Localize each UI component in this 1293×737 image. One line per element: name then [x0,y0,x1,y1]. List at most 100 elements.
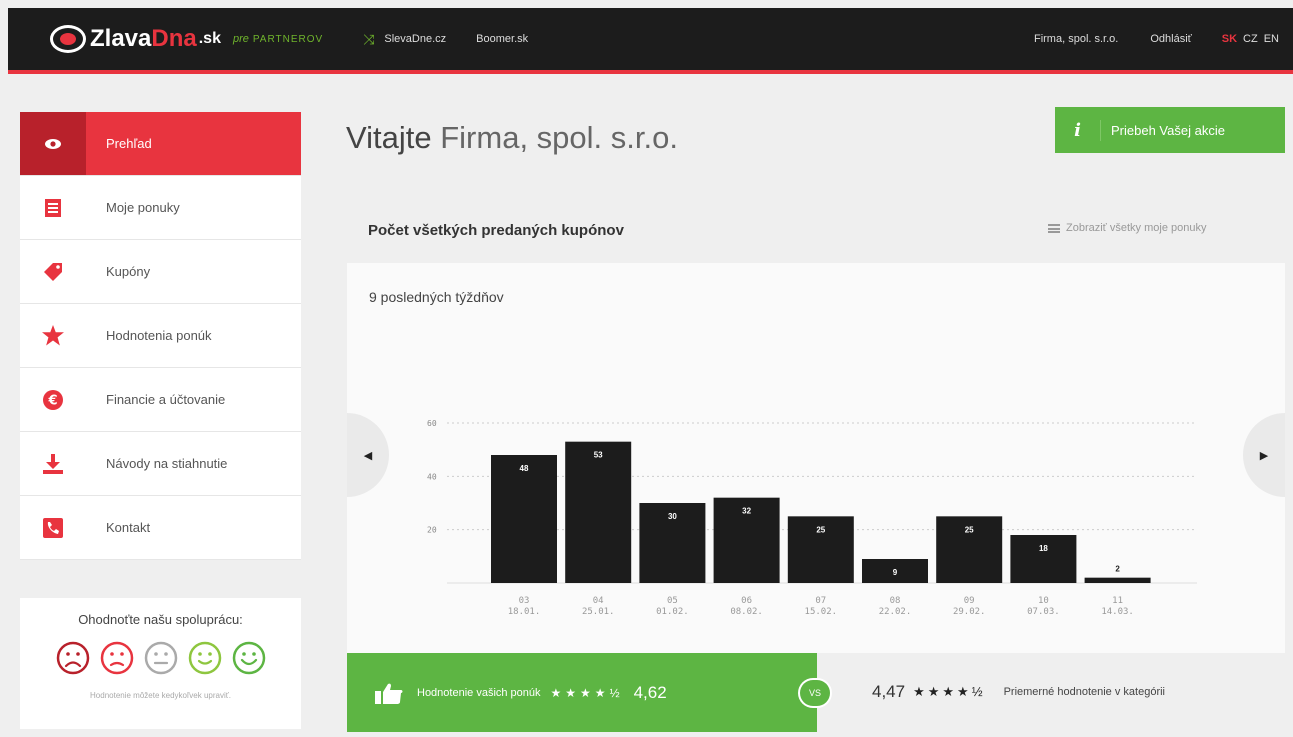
thumbs-up-icon [375,683,403,704]
caret-right-icon: ▶ [1259,449,1269,462]
rating-note: Hodnotenie môžete kedykoľvek upraviť. [90,691,231,700]
logo-text-main: Zlava [90,25,152,52]
vs-badge: VS [800,680,830,706]
x-tick-date: 15.02. [805,607,838,617]
cooperation-rating-box: Ohodnoťte našu spoluprácu: Hodnotenie mô… [20,598,301,729]
category-rating: 4,47 ★★★★½ Priemerné hodnotenie v kategó… [872,682,1165,702]
link-boomer[interactable]: Boomer.sk [476,33,528,45]
bar-value-label: 2 [1115,565,1120,574]
sidebar-item-financie[interactable]: € Financie a účtovanie [20,368,301,432]
x-tick-week: 06 [741,596,752,606]
logo[interactable]: Zlava Dna .sk pre PARTNEROV [50,25,323,53]
welcome-word: Vitajte [346,120,432,155]
bar-value-label: 53 [594,451,603,460]
chart-bar [1010,535,1077,583]
sidebar-item-label: Hodnotenia ponúk [106,328,212,343]
show-all-offers-link[interactable]: Zobraziť všetky moje ponuky [1048,222,1206,234]
y-tick-label: 20 [427,526,437,535]
page-title: Vitajte Firma, spol. s.r.o. [346,120,678,156]
sidebar-item-label: Kupóny [106,264,151,279]
x-tick-week: 09 [964,596,975,606]
section-title: Počet všetkých predaných kupónov [368,222,624,239]
shuffle-icon: ⤨ [363,30,375,47]
top-navbar: Zlava Dna .sk pre PARTNEROV ⤨ SlevaDne.c… [8,8,1293,74]
bar-value-label: 25 [965,525,974,534]
x-tick-date: 25.01. [582,607,615,617]
tag-icon [20,240,86,303]
sidebar-item-kontakt[interactable]: Kontakt [20,496,301,560]
very-sad-face-icon[interactable] [56,641,90,675]
logout-link[interactable]: Odhlásiť [1150,33,1191,45]
campaign-progress-button[interactable]: i Priebeh Vašej akcie [1055,107,1285,153]
neutral-face-icon[interactable] [144,641,178,675]
piggy-bank-icon [50,25,86,53]
sidebar-item-hodnotenia[interactable]: Hodnotenia ponúk [20,304,301,368]
y-tick-label: 40 [427,472,437,481]
rating-title: Ohodnoťte našu spoluprácu: [78,612,243,627]
sidebar-item-prehlad[interactable]: Prehľad [20,112,301,176]
x-tick-date: 01.02. [656,607,689,617]
link-slevadne[interactable]: SlevaDne.cz [384,33,446,45]
lang-en[interactable]: EN [1264,33,1279,45]
campaign-progress-label: Priebeh Vašej akcie [1111,122,1225,138]
x-tick-date: 07.03. [1027,607,1060,617]
category-score: 4,47 [872,682,906,701]
sidebar-item-label: Moje ponuky [106,200,180,215]
bar-value-label: 48 [520,464,529,473]
company-name[interactable]: Firma, spol. s.r.o. [1034,33,1118,45]
x-tick-week: 08 [890,596,901,606]
very-happy-face-icon[interactable] [232,641,266,675]
logo-pre: pre [232,33,249,45]
svg-text:€: € [47,393,57,408]
bar-value-label: 30 [668,512,677,521]
rating-stars-icon: ★★★★½ [550,685,624,700]
caret-left-icon: ◀ [363,449,373,462]
sad-face-icon[interactable] [100,641,134,675]
sidebar: Prehľad Moje ponuky Kupóny Hodnotenia po… [20,112,301,560]
sidebar-item-moje-ponuky[interactable]: Moje ponuky [20,176,301,240]
x-tick-date: 08.02. [730,607,763,617]
phone-icon [20,496,86,559]
lang-sk[interactable]: SK [1222,33,1237,45]
happy-face-icon[interactable] [188,641,222,675]
x-tick-week: 04 [593,596,604,606]
info-icon: i [1055,119,1101,141]
x-tick-week: 07 [815,596,826,606]
category-label: Priemerné hodnotenie v kategórii [1003,686,1165,698]
show-all-label: Zobraziť všetky moje ponuky [1066,222,1207,234]
rating-label: Hodnotenie vašich ponúk [417,686,541,699]
rating-score: 4,62 [633,682,667,702]
star-icon [20,304,86,367]
x-tick-week: 11 [1112,596,1123,606]
list-icon [20,176,86,239]
category-stars-icon: ★★★★½ [913,684,986,699]
y-tick-label: 60 [427,419,437,428]
eye-icon [20,112,86,175]
menu-icon [1048,223,1060,233]
bar-value-label: 18 [1039,544,1048,553]
chart-panel: 9 posledných týždňov 20 40 60 48 03 18.01. 53 0… [347,263,1285,653]
coupons-bar-chart: 20 40 60 48 0318.01. 53 0425.01. 30 0501.02. 32 06… [427,419,1197,617]
euro-icon: € [20,368,86,431]
logo-partner: PARTNEROV [252,33,324,45]
welcome-firm: Firma, spol. s.r.o. [440,120,678,155]
sidebar-item-label: Financie a účtovanie [106,392,226,407]
x-tick-date: 18.01. [508,607,541,617]
sidebar-item-kupony[interactable]: Kupóny [20,240,301,304]
lang-cz[interactable]: CZ [1243,33,1258,45]
x-tick-date: 29.02. [953,607,986,617]
chart-bar [1084,577,1151,583]
logo-text-accent: Dna [151,25,197,52]
chart-bar [491,455,557,583]
x-tick-week: 03 [519,596,530,606]
sidebar-item-navody[interactable]: Návody na stiahnutie [20,432,301,496]
chart-bar [565,441,632,583]
download-icon [20,432,86,495]
x-tick-week: 05 [667,596,678,606]
sidebar-item-label: Kontakt [106,520,151,535]
your-offers-rating: Hodnotenie vašich ponúk ★★★★½ 4,62 [347,653,817,732]
bar-value-label: 9 [893,568,898,577]
sidebar-item-label: Návody na stiahnutie [106,456,228,471]
x-tick-week: 10 [1038,596,1049,606]
logo-text-tld: .sk [198,30,221,47]
